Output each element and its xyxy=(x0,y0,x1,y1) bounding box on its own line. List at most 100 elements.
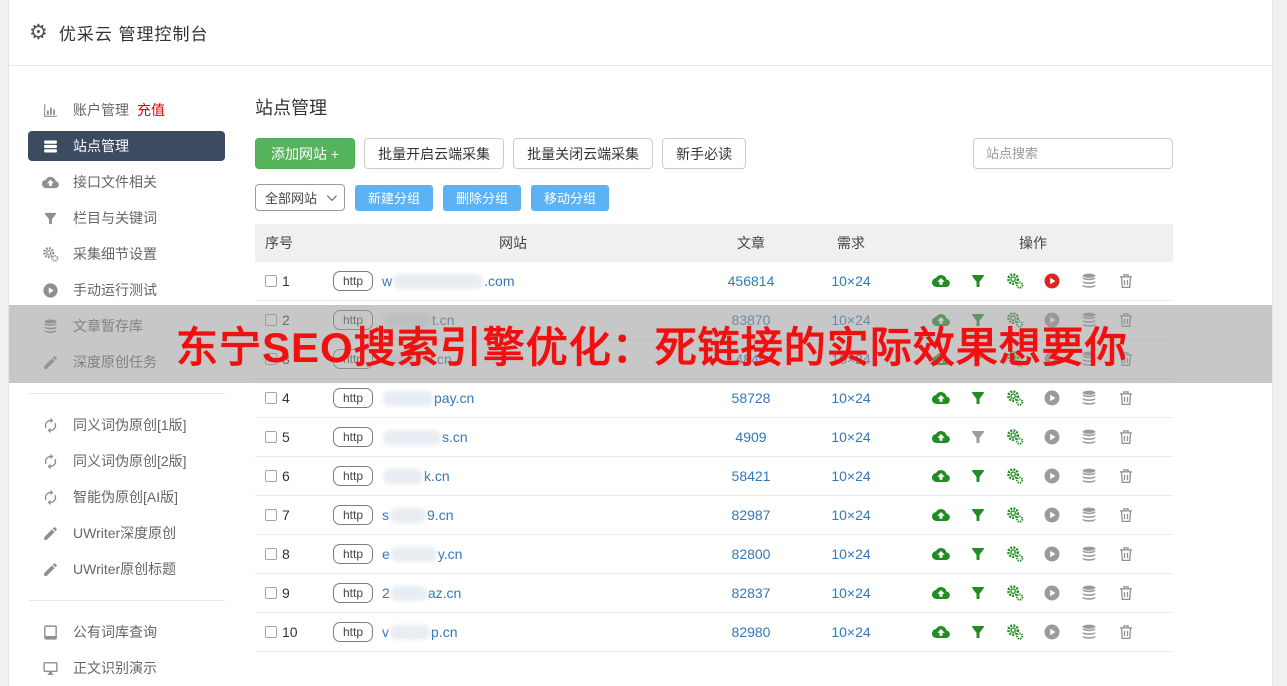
sidebar-item-content-recognition[interactable]: 正文识别演示 xyxy=(9,650,247,686)
sidebar-item-ai-rewrite[interactable]: 智能伪原创[AI版] xyxy=(9,479,247,515)
http-scheme-tag[interactable]: http xyxy=(333,388,374,408)
site-domain-link[interactable]: e y.cn xyxy=(382,546,462,562)
delete-trash-icon[interactable] xyxy=(1117,428,1135,446)
storage-database-icon[interactable] xyxy=(1080,467,1098,485)
article-count-link[interactable]: 4909 xyxy=(735,429,766,445)
site-domain-link[interactable]: s 9.cn xyxy=(382,507,453,523)
site-domain-link[interactable]: k.cn xyxy=(382,468,450,484)
row-checkbox[interactable] xyxy=(265,431,277,443)
row-checkbox[interactable] xyxy=(265,392,277,404)
row-checkbox[interactable] xyxy=(265,626,277,638)
settings-gears-icon[interactable] xyxy=(1006,584,1024,602)
site-domain-link[interactable]: pay.cn xyxy=(382,390,474,406)
delete-trash-icon[interactable] xyxy=(1117,584,1135,602)
article-count-link[interactable]: 58728 xyxy=(732,390,771,406)
storage-database-icon[interactable] xyxy=(1080,272,1098,290)
sidebar-item-manual-run[interactable]: 手动运行测试 xyxy=(9,272,247,308)
filter-icon[interactable] xyxy=(969,545,987,563)
storage-database-icon[interactable] xyxy=(1080,623,1098,641)
http-scheme-tag[interactable]: http xyxy=(333,544,374,564)
settings-gears-icon[interactable] xyxy=(1006,428,1024,446)
settings-gears-icon[interactable] xyxy=(1006,545,1024,563)
delete-trash-icon[interactable] xyxy=(1117,623,1135,641)
settings-gears-icon[interactable] xyxy=(1006,623,1024,641)
filter-icon[interactable] xyxy=(969,584,987,602)
sidebar-item-synonym-rewrite-v2[interactable]: 同义词伪原创[2版] xyxy=(9,443,247,479)
storage-database-icon[interactable] xyxy=(1080,428,1098,446)
batch-open-cloud-collect-button[interactable]: 批量开启云端采集 xyxy=(364,138,505,169)
delete-group-button[interactable]: 删除分组 xyxy=(443,184,522,211)
sidebar-item-public-dictionary[interactable]: 公有词库查询 xyxy=(9,614,247,650)
delete-trash-icon[interactable] xyxy=(1117,467,1135,485)
settings-gears-icon[interactable] xyxy=(1006,272,1024,290)
run-play-icon[interactable] xyxy=(1043,389,1061,407)
run-play-icon[interactable] xyxy=(1043,545,1061,563)
run-play-icon[interactable] xyxy=(1043,272,1061,290)
http-scheme-tag[interactable]: http xyxy=(333,622,374,642)
storage-database-icon[interactable] xyxy=(1080,584,1098,602)
sidebar-item-collect-settings[interactable]: 采集细节设置 xyxy=(9,236,247,272)
sidebar-item-columns-keywords[interactable]: 栏目与关键词 xyxy=(9,200,247,236)
cloud-upload-icon[interactable] xyxy=(932,623,950,641)
sidebar-item-synonym-rewrite-v1[interactable]: 同义词伪原创[1版] xyxy=(9,407,247,443)
newbie-guide-button[interactable]: 新手必读 xyxy=(662,138,747,169)
sidebar-item-interface-files[interactable]: 接口文件相关 xyxy=(9,164,247,200)
filter-icon[interactable] xyxy=(969,467,987,485)
move-group-button[interactable]: 移动分组 xyxy=(531,184,610,211)
http-scheme-tag[interactable]: http xyxy=(333,427,374,447)
site-domain-link[interactable]: 2 az.cn xyxy=(382,585,461,601)
site-search-input[interactable] xyxy=(973,138,1173,169)
delete-trash-icon[interactable] xyxy=(1117,272,1135,290)
add-site-button[interactable]: 添加网站 + xyxy=(255,138,356,169)
cloud-upload-icon[interactable] xyxy=(932,545,950,563)
row-checkbox[interactable] xyxy=(265,275,277,287)
delete-trash-icon[interactable] xyxy=(1117,389,1135,407)
cloud-upload-icon[interactable] xyxy=(932,272,950,290)
site-domain-link[interactable]: s.cn xyxy=(382,429,468,445)
row-checkbox[interactable] xyxy=(265,587,277,599)
cloud-upload-icon[interactable] xyxy=(932,389,950,407)
cloud-upload-icon[interactable] xyxy=(932,428,950,446)
cloud-upload-icon[interactable] xyxy=(932,467,950,485)
delete-trash-icon[interactable] xyxy=(1117,545,1135,563)
article-count-link[interactable]: 82987 xyxy=(732,507,771,523)
batch-close-cloud-collect-button[interactable]: 批量关闭云端采集 xyxy=(513,138,654,169)
group-filter-select[interactable]: 全部网站 xyxy=(255,184,345,211)
article-count-link[interactable]: 82980 xyxy=(732,624,771,640)
filter-icon[interactable] xyxy=(969,389,987,407)
sidebar-item-account[interactable]: 账户管理 充值 xyxy=(9,92,247,128)
cloud-upload-icon[interactable] xyxy=(932,584,950,602)
article-count-link[interactable]: 82800 xyxy=(732,546,771,562)
storage-database-icon[interactable] xyxy=(1080,389,1098,407)
row-checkbox[interactable] xyxy=(265,548,277,560)
delete-trash-icon[interactable] xyxy=(1117,506,1135,524)
filter-icon[interactable] xyxy=(969,272,987,290)
http-scheme-tag[interactable]: http xyxy=(333,505,374,525)
recharge-link[interactable]: 充值 xyxy=(137,100,165,120)
settings-gears-icon[interactable] xyxy=(1006,467,1024,485)
run-play-icon[interactable] xyxy=(1043,467,1061,485)
article-count-link[interactable]: 82837 xyxy=(732,585,771,601)
row-checkbox[interactable] xyxy=(265,470,277,482)
http-scheme-tag[interactable]: http xyxy=(333,271,374,291)
sidebar-item-sites[interactable]: 站点管理 xyxy=(28,131,225,161)
article-count-link[interactable]: 456814 xyxy=(728,273,775,289)
filter-icon[interactable] xyxy=(969,506,987,524)
storage-database-icon[interactable] xyxy=(1080,545,1098,563)
settings-gears-icon[interactable] xyxy=(1006,389,1024,407)
run-play-icon[interactable] xyxy=(1043,428,1061,446)
run-play-icon[interactable] xyxy=(1043,623,1061,641)
article-count-link[interactable]: 58421 xyxy=(732,468,771,484)
filter-icon[interactable] xyxy=(969,428,987,446)
new-group-button[interactable]: 新建分组 xyxy=(355,184,434,211)
run-play-icon[interactable] xyxy=(1043,506,1061,524)
site-domain-link[interactable]: v p.cn xyxy=(382,624,457,640)
sidebar-item-uwriter-deep[interactable]: UWriter深度原创 xyxy=(9,515,247,551)
sidebar-item-uwriter-title[interactable]: UWriter原创标题 xyxy=(9,551,247,587)
storage-database-icon[interactable] xyxy=(1080,506,1098,524)
run-play-icon[interactable] xyxy=(1043,584,1061,602)
cloud-upload-icon[interactable] xyxy=(932,506,950,524)
row-checkbox[interactable] xyxy=(265,509,277,521)
http-scheme-tag[interactable]: http xyxy=(333,583,374,603)
http-scheme-tag[interactable]: http xyxy=(333,466,374,486)
